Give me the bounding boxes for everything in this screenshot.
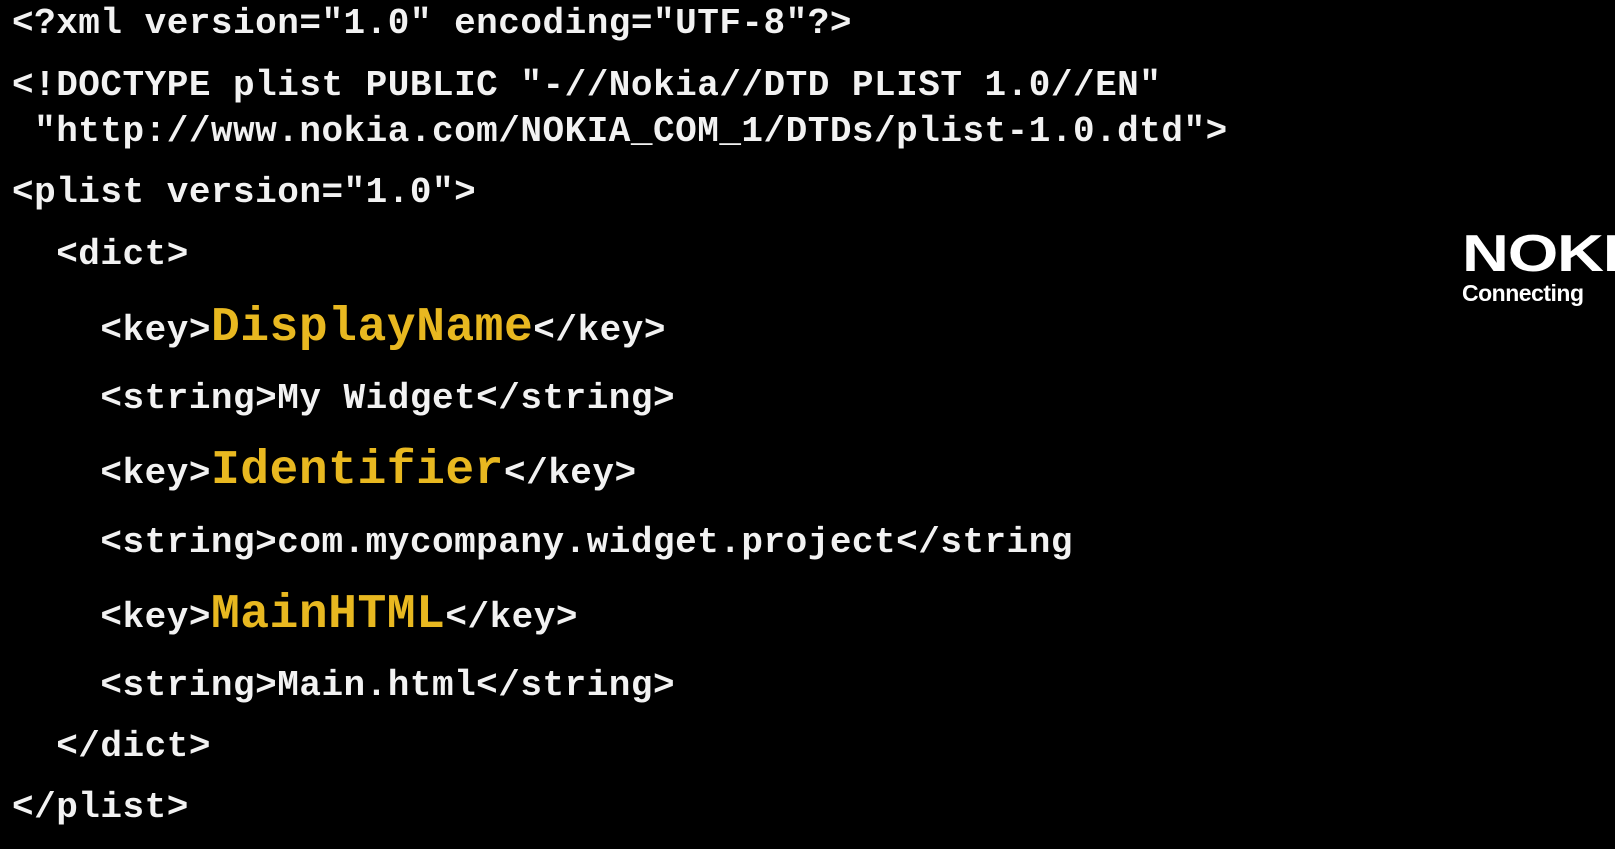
key-open-tag: <key>: [12, 453, 211, 494]
key-open-tag: <key>: [12, 310, 211, 351]
nokia-logo-tagline: Connecting People: [1462, 280, 1584, 308]
dict-close-line: </dict>: [12, 726, 211, 767]
key-open-tag: <key>: [12, 597, 211, 638]
xml-declaration-line: <?xml version="1.0" encoding="UTF-8"?>: [12, 3, 852, 44]
nokia-logo: NOKIA Connecting People: [1462, 228, 1615, 308]
doctype-line-2: "http://www.nokia.com/NOKIA_COM_1/DTDs/p…: [12, 111, 1228, 152]
key-close-tag: </key>: [445, 597, 578, 638]
nokia-logo-wordmark: NOKIA: [1462, 228, 1615, 283]
plist-open-line: <plist version="1.0">: [12, 172, 477, 213]
string-line-identifier: <string>com.mycompany.widget.project</st…: [12, 522, 1073, 563]
key-displayname: DisplayName: [210, 301, 534, 355]
string-line-mainhtml: <string>Main.html</string>: [12, 665, 676, 706]
key-close-tag: </key>: [503, 453, 637, 494]
dict-open-line: <dict>: [12, 234, 189, 275]
doctype-line-1: <!DOCTYPE plist PUBLIC "-//Nokia//DTD PL…: [12, 65, 1162, 106]
key-close-tag: </key>: [533, 310, 666, 351]
key-identifier: Identifier: [210, 444, 504, 498]
key-line-mainhtml: <key>MainHTML</key>: [12, 591, 578, 639]
plist-close-line: </plist>: [12, 787, 189, 828]
string-line-my-widget: <string>My Widget</string>: [12, 378, 676, 419]
key-line-identifier: <key>Identifier</key>: [12, 447, 637, 495]
key-line-displayname: <key>DisplayName</key>: [12, 304, 666, 352]
key-mainhtml: MainHTML: [210, 588, 446, 642]
